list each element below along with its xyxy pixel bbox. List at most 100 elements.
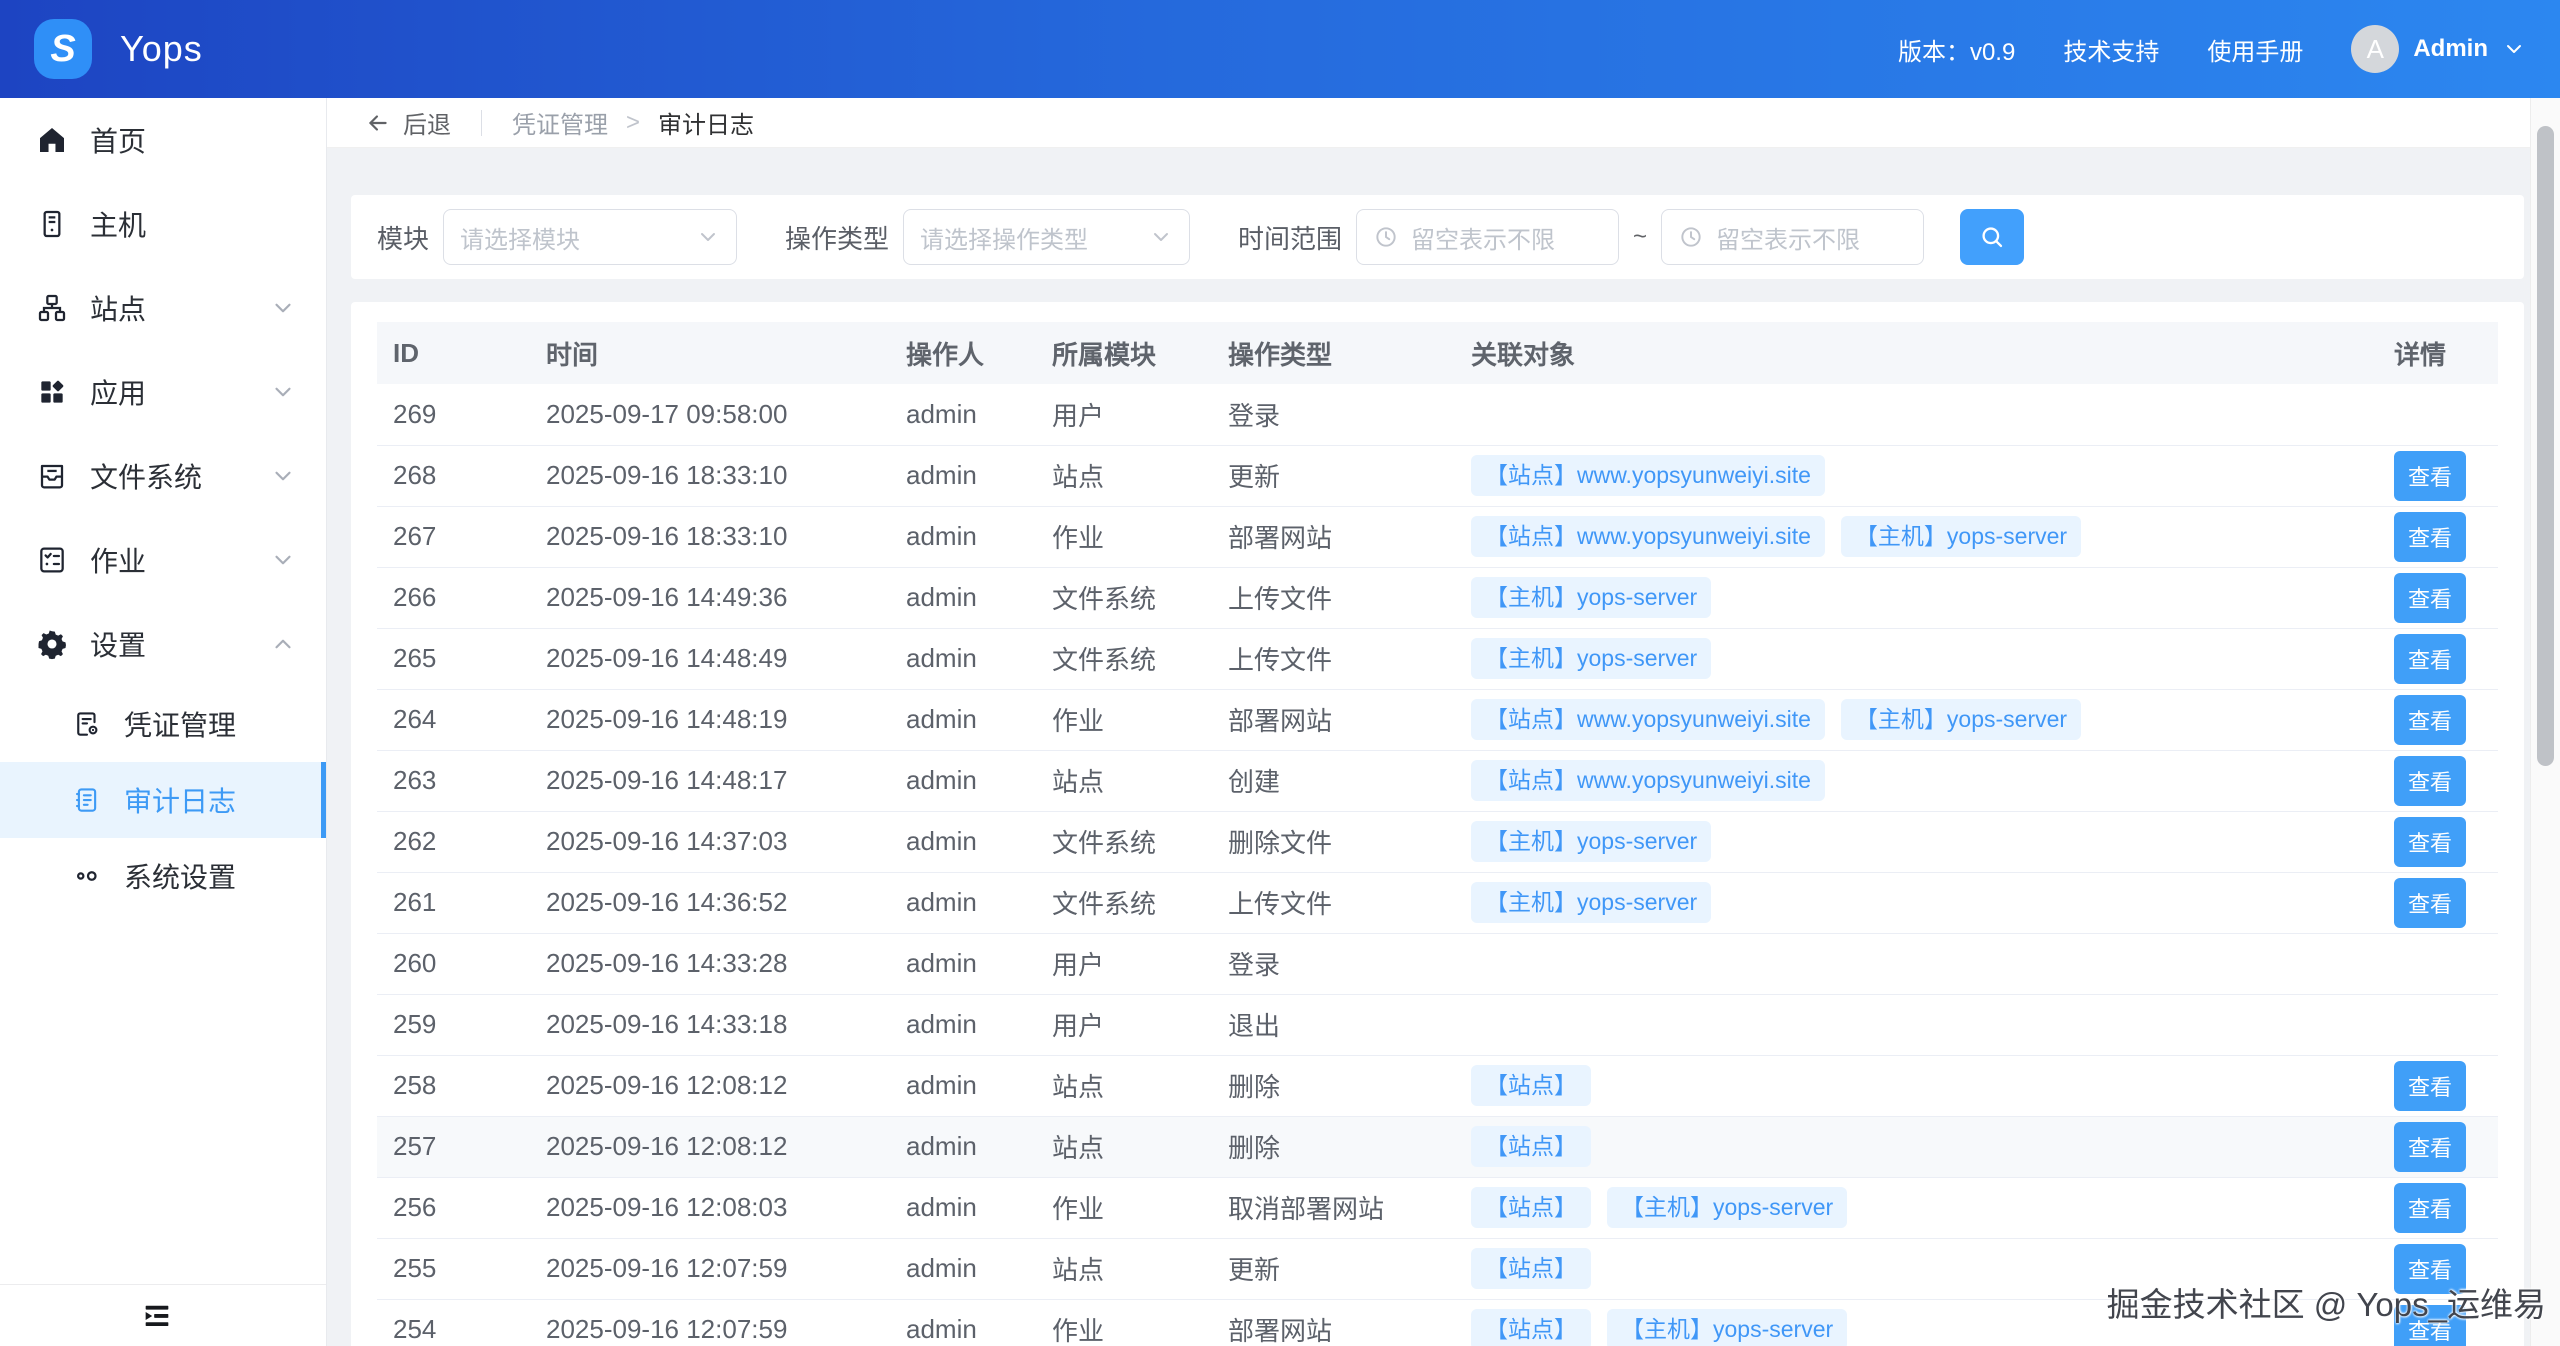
- view-detail-button[interactable]: 查看: [2394, 1122, 2466, 1172]
- scrollbar-thumb[interactable]: [2537, 126, 2554, 766]
- row-detail-cell: 查看: [2378, 872, 2498, 933]
- table-row: 2542025-09-16 12:07:59admin作业部署网站【站点】【主机…: [377, 1299, 2498, 1346]
- table-row: 2672025-09-16 18:33:10admin作业部署网站【站点】www…: [377, 506, 2498, 567]
- row-action: 取消部署网站: [1212, 1177, 1455, 1238]
- row-time: 2025-09-16 12:07:59: [530, 1238, 890, 1299]
- row-time: 2025-09-16 14:49:36: [530, 567, 890, 628]
- search-button[interactable]: [1960, 209, 2024, 265]
- view-detail-button[interactable]: 查看: [2394, 512, 2466, 562]
- filter-panel: 模块 请选择模块 操作类型 请选择操作类型 时间范围: [351, 195, 2524, 279]
- row-operator: admin: [890, 811, 1036, 872]
- related-object-tag: 【站点】: [1471, 1065, 1591, 1106]
- audit-log-table: ID时间操作人所属模块操作类型关联对象详情 2692025-09-17 09:5…: [377, 322, 2498, 1346]
- gear-icon: [36, 628, 68, 660]
- view-detail-button[interactable]: 查看: [2394, 1244, 2466, 1294]
- sidebar-item-filesystem[interactable]: 文件系统: [0, 434, 326, 518]
- row-action: 创建: [1212, 750, 1455, 811]
- row-operator: admin: [890, 872, 1036, 933]
- action-type-select[interactable]: 请选择操作类型: [903, 209, 1190, 265]
- row-id: 262: [377, 811, 530, 872]
- view-detail-button[interactable]: 查看: [2394, 573, 2466, 623]
- related-object-tag: 【主机】yops-server: [1471, 638, 1711, 679]
- audit-log-icon: [72, 785, 102, 815]
- sidebar-item-credentials[interactable]: 凭证管理: [0, 686, 326, 762]
- row-operator: admin: [890, 1116, 1036, 1177]
- row-related-objects: 【站点】www.yopsyunweiyi.site【主机】yops-server: [1455, 506, 2378, 567]
- row-module: 文件系统: [1036, 811, 1212, 872]
- row-related-objects: [1455, 384, 2378, 445]
- view-detail-button[interactable]: 查看: [2394, 878, 2466, 928]
- row-time: 2025-09-16 14:37:03: [530, 811, 890, 872]
- row-action: 登录: [1212, 384, 1455, 445]
- view-detail-button[interactable]: 查看: [2394, 1305, 2466, 1346]
- view-detail-button[interactable]: 查看: [2394, 756, 2466, 806]
- row-detail-cell: 查看: [2378, 1177, 2498, 1238]
- row-detail-cell: 查看: [2378, 506, 2498, 567]
- row-operator: admin: [890, 933, 1036, 994]
- row-module: 文件系统: [1036, 567, 1212, 628]
- sidebar-item-audit-log[interactable]: 审计日志: [0, 762, 326, 838]
- collapse-menu-icon[interactable]: [140, 1299, 174, 1333]
- row-operator: admin: [890, 506, 1036, 567]
- view-detail-button[interactable]: 查看: [2394, 1061, 2466, 1111]
- row-action: 上传文件: [1212, 872, 1455, 933]
- app-logo-icon[interactable]: S: [34, 19, 92, 79]
- user-menu[interactable]: A Admin: [2351, 25, 2526, 73]
- row-id: 263: [377, 750, 530, 811]
- row-time: 2025-09-16 18:33:10: [530, 506, 890, 567]
- header-right: 版本：v0.9 技术支持 使用手册 A Admin: [1898, 25, 2526, 73]
- logo-letter: S: [50, 28, 75, 71]
- row-related-objects: 【站点】【主机】yops-server: [1455, 1177, 2378, 1238]
- support-link[interactable]: 技术支持: [2063, 32, 2159, 67]
- back-button[interactable]: 后退: [365, 105, 451, 140]
- row-time: 2025-09-16 14:48:17: [530, 750, 890, 811]
- table-row: 2552025-09-16 12:07:59admin站点更新【站点】查看: [377, 1238, 2498, 1299]
- sidebar-item-host[interactable]: 主机: [0, 182, 326, 266]
- view-detail-button[interactable]: 查看: [2394, 1183, 2466, 1233]
- sidebar-item-home[interactable]: 首页: [0, 98, 326, 182]
- sidebar-item-apps[interactable]: 应用: [0, 350, 326, 434]
- time-start-input[interactable]: 留空表示不限: [1356, 209, 1619, 265]
- row-related-objects: 【站点】: [1455, 1055, 2378, 1116]
- sidebar-item-jobs[interactable]: 作业: [0, 518, 326, 602]
- row-action: 上传文件: [1212, 567, 1455, 628]
- sidebar-item-sites[interactable]: 站点: [0, 266, 326, 350]
- module-select[interactable]: 请选择模块: [443, 209, 737, 265]
- related-object-tag: 【站点】: [1471, 1126, 1591, 1167]
- time-end-input[interactable]: 留空表示不限: [1661, 209, 1924, 265]
- sidebar: 首页 主机 站点 应用 文件系统 作: [0, 98, 327, 1346]
- table-row: 2652025-09-16 14:48:49admin文件系统上传文件【主机】y…: [377, 628, 2498, 689]
- breadcrumb-current: 审计日志: [658, 105, 754, 140]
- column-header: 所属模块: [1036, 322, 1212, 384]
- clock-icon: [1373, 224, 1399, 250]
- manual-link[interactable]: 使用手册: [2207, 32, 2303, 67]
- row-related-objects: [1455, 994, 2378, 1055]
- audit-log-table-card: ID时间操作人所属模块操作类型关联对象详情 2692025-09-17 09:5…: [351, 302, 2524, 1346]
- row-operator: admin: [890, 689, 1036, 750]
- row-action: 退出: [1212, 994, 1455, 1055]
- row-time: 2025-09-16 14:33:28: [530, 933, 890, 994]
- row-id: 268: [377, 445, 530, 506]
- sidebar-item-settings[interactable]: 设置: [0, 602, 326, 686]
- view-detail-button[interactable]: 查看: [2394, 451, 2466, 501]
- chevron-down-icon: [2502, 37, 2526, 61]
- view-detail-button[interactable]: 查看: [2394, 817, 2466, 867]
- related-object-tag: 【站点】www.yopsyunweiyi.site: [1471, 699, 1825, 740]
- table-row: 2582025-09-16 12:08:12admin站点删除【站点】查看: [377, 1055, 2498, 1116]
- server-icon: [36, 208, 68, 240]
- row-id: 267: [377, 506, 530, 567]
- view-detail-button[interactable]: 查看: [2394, 634, 2466, 684]
- view-detail-button[interactable]: 查看: [2394, 695, 2466, 745]
- breadcrumb-parent[interactable]: 凭证管理: [512, 105, 608, 140]
- sidebar-item-system-settings[interactable]: 系统设置: [0, 838, 326, 914]
- time-start-placeholder: 留空表示不限: [1411, 220, 1555, 255]
- table-row: 2602025-09-16 14:33:28admin用户登录: [377, 933, 2498, 994]
- row-action: 删除: [1212, 1116, 1455, 1177]
- row-id: 261: [377, 872, 530, 933]
- row-module: 用户: [1036, 933, 1212, 994]
- arrow-left-icon: [365, 110, 391, 136]
- row-operator: admin: [890, 445, 1036, 506]
- row-module: 站点: [1036, 1116, 1212, 1177]
- scrollbar-track[interactable]: [2530, 98, 2560, 1346]
- row-related-objects: 【站点】【主机】yops-server: [1455, 1299, 2378, 1346]
